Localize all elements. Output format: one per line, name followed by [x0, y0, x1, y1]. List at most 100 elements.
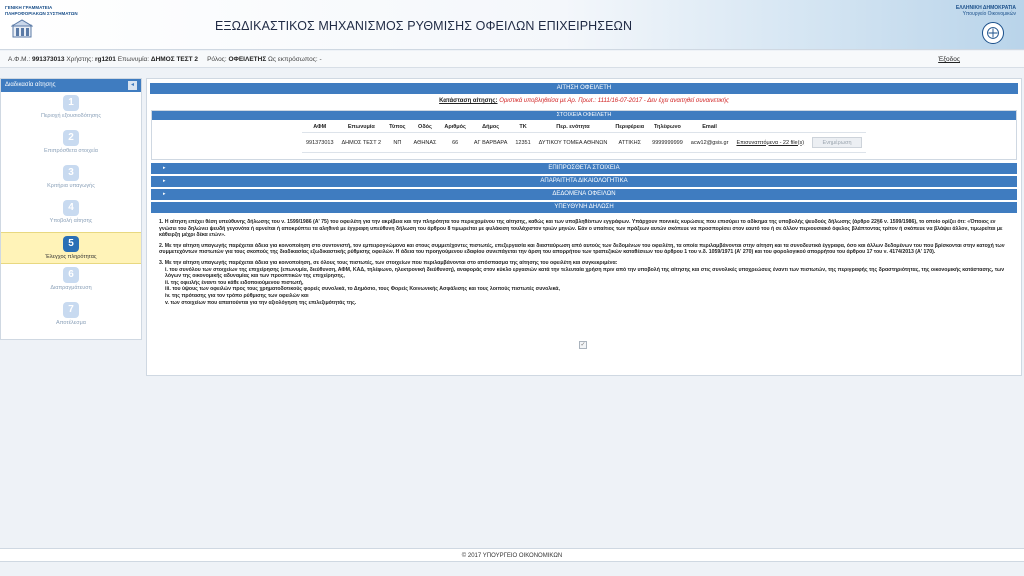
application-panel: ΑΙΤΗΣΗ ΟΦΕΙΛΕΤΗ Κατάσταση αίτησης: Οριστ…: [146, 78, 1022, 376]
declaration-item-v: v. των στοιχείων που απαιτούνται για την…: [165, 299, 357, 306]
cell-regional-unit: ΔΥΤΙΚΟΥ ΤΟΜΕΑ ΑΘΗΝΩΝ: [534, 132, 612, 153]
col-zip: ΤΚ: [511, 122, 535, 133]
debtor-panel-title: ΣΤΟΙΧΕΙΑ ΟΦΕΙΛΕΤΗ: [152, 111, 1016, 120]
table-row: 991373013 ΔΗΜΟΣ ΤΕΣΤ 2 ΝΠ ΑΘΗΝΑΣ 66 ΑΓ Β…: [301, 132, 867, 153]
step-number: 2: [63, 130, 79, 146]
step-label: Περιοχή εξουσιοδότησης: [40, 113, 102, 119]
user-info-bar: Α.Φ.Μ.: 991373013 Χρήστης: rg1201 Επωνυμ…: [0, 51, 1024, 68]
process-sidebar: Διαδικασία αίτησης ◂ 1 Περιοχή εξουσιοδό…: [0, 78, 142, 340]
step-number: 4: [63, 200, 79, 216]
gov-logo: ΕΛΛΗΝΙΚΗ ΔΗΜΟΚΡΑΤΙΑ Υπουργείο Οικονομικώ…: [926, 5, 1016, 47]
logout-link[interactable]: Έξοδος: [938, 56, 960, 63]
cell-phone: 9999999999: [648, 132, 687, 153]
step-item-5[interactable]: 5 Έλεγχος πληρότητας: [1, 232, 141, 264]
rep-label: Ως εκπρόσωπος:: [268, 56, 318, 63]
afm-label: Α.Φ.Μ.:: [8, 56, 31, 63]
user-value: rg1201: [94, 56, 116, 63]
step-number: 5: [63, 236, 79, 252]
sections-accordion: ▸ ΕΠΙΠΡΟΣΘΕΤΑ ΣΤΟΙΧΕΙΑ ▸ ΑΠΑΡΑΙΤΗΤΑ ΔΙΚΑ…: [151, 163, 1017, 213]
col-name: Επωνυμία: [337, 122, 386, 133]
name-label: Επωνυμία:: [117, 56, 150, 63]
step-item-7[interactable]: 7 Αποτέλεσμα: [1, 302, 141, 334]
section-required-documents[interactable]: ▸ ΑΠΑΡΑΙΤΗΤΑ ΔΙΚΑΙΟΛΟΓΗΤΙΚΑ: [151, 176, 1017, 187]
status-value: Οριστικά υποβληθείσα με Αρ. Πρωτ.: 1111/…: [499, 98, 729, 104]
declaration-text: 1. Η αίτηση επέχει θέση υπεύθυνης δήλωση…: [147, 215, 1021, 306]
col-type: Τύπος: [385, 122, 410, 133]
step-item-2[interactable]: 2 Επιπρόσθετα στοιχεία: [1, 130, 141, 162]
org-line2: ΠΛΗΡΟΦΟΡΙΑΚΩΝ ΣΥΣΤΗΜΑΤΩΝ: [5, 10, 78, 16]
step-number: 7: [63, 302, 79, 318]
cell-type: ΝΠ: [385, 132, 410, 153]
step-item-3[interactable]: 3 Κριτήρια υπαγωγής: [1, 165, 141, 197]
role-label: Ρόλος:: [207, 56, 227, 63]
col-regional-unit: Περ. ενότητα: [534, 122, 612, 133]
expand-arrow-icon: ▸: [163, 165, 166, 171]
declaration-item-iii: iii. του ύψους των οφειλών προς τους χρη…: [165, 286, 560, 293]
col-email: Email: [686, 122, 733, 133]
step-label: Αποτέλεσμα: [56, 320, 86, 326]
declaration-paragraph-3: 3. Με την αίτηση υπαγωγής παρέχεται άδει…: [159, 259, 618, 266]
collapse-icon[interactable]: ◂: [128, 81, 137, 90]
step-label: Έλεγχος πληρότητας: [45, 254, 97, 260]
step-number: 1: [63, 95, 79, 111]
section-label: ΕΠΙΠΡΟΣΘΕΤΑ ΣΤΟΙΧΕΙΑ: [548, 165, 620, 171]
declaration-item-ii: ii. της οφειλής έναντι του κάθε ειδοποιο…: [165, 279, 304, 286]
expand-arrow-icon: ▸: [163, 178, 166, 184]
cell-municipality: ΑΓ ΒΑΡΒΑΡΑ: [469, 132, 512, 153]
col-municipality: Δήμος: [469, 122, 512, 133]
declaration-paragraph-1: 1. Η αίτηση επέχει θέση υπεύθυνης δήλωση…: [159, 219, 1003, 239]
role-value: ΟΦΕΙΛΕΤΗΣ: [228, 56, 267, 63]
status-label: Κατάσταση αίτησης:: [439, 98, 498, 104]
step-label: Επιπρόσθετα στοιχεία: [44, 148, 98, 154]
col-afm: ΑΦΜ: [301, 122, 338, 133]
gov-line2: Υπουργείο Οικονομικών: [962, 11, 1016, 17]
step-label: Κριτήρια υπαγωγής: [47, 183, 95, 189]
section-label: ΑΠΑΡΑΙΤΗΤΑ ΔΙΚΑΙΟΛΟΓΗΤΙΚΑ: [540, 178, 628, 184]
cell-email: acw12@gsis.gr: [686, 132, 733, 153]
cell-name: ΔΗΜΟΣ ΤΕΣΤ 2: [337, 132, 386, 153]
afm-value: 991373013: [31, 56, 65, 63]
sidebar-header: Διαδικασία αίτησης ◂: [1, 79, 141, 92]
application-title: ΑΙΤΗΣΗ ΟΦΕΙΛΕΤΗ: [150, 83, 1018, 94]
step-label: Διαπραγμάτευση: [50, 285, 92, 291]
col-phone: Τηλέφωνο: [648, 122, 687, 133]
name-value: ΔΗΜΟΣ ΤΕΣΤ 2: [150, 56, 199, 63]
declaration-item-iv: iv. της πρότασης για τον τρόπο ρύθμισης …: [165, 292, 309, 299]
status-line: Κατάσταση αίτησης: Οριστικά υποβληθείσα …: [147, 94, 1021, 110]
step-item-4[interactable]: 4 Υποβολή αίτησης: [1, 200, 141, 232]
table-header-row: ΑΦΜ Επωνυμία Τύπος Οδός Αριθμός Δήμος ΤΚ…: [301, 122, 867, 133]
app-title: ΕΞΩΔΙΚΑΣΤΙΚΟΣ ΜΗΧΑΝΙΣΜΟΣ ΡΥΘΜΙΣΗΣ ΟΦΕΙΛΩ…: [215, 19, 633, 33]
sidebar-title: Διαδικασία αίτησης: [5, 82, 56, 88]
attachments-link[interactable]: Επισυναπτόμενα - 22 file(s): [736, 140, 804, 146]
step-item-1[interactable]: 1 Περιοχή εξουσιοδότησης: [1, 95, 141, 127]
accept-checkbox[interactable]: ✓: [579, 341, 587, 349]
section-additional-data[interactable]: ▸ ΕΠΙΠΡΟΣΘΕΤΑ ΣΤΟΙΧΕΙΑ: [151, 163, 1017, 174]
building-icon: [11, 19, 33, 38]
page-footer: © 2017 ΥΠΟΥΡΓΕΙΟ ΟΙΚΟΝΟΜΙΚΩΝ: [0, 548, 1024, 562]
cell-region: ΑΤΤΙΚΗΣ: [611, 132, 649, 153]
gsis-logo: ΓΕΝΙΚΗ ΓΡΑΜΜΑΤΕΙΑ ΠΛΗΡΟΦΟΡΙΑΚΩΝ ΣΥΣΤΗΜΑΤ…: [5, 5, 95, 45]
col-street: Οδός: [409, 122, 441, 133]
declaration-paragraph-2: 2. Με την αίτηση υπαγωγής παρέχεται άδει…: [159, 242, 1005, 256]
cell-number: 66: [440, 132, 470, 153]
col-number: Αριθμός: [440, 122, 470, 133]
step-number: 6: [63, 267, 79, 283]
cell-afm: 991373013: [301, 132, 338, 153]
cell-zip: 12351: [511, 132, 535, 153]
step-item-6[interactable]: 6 Διαπραγμάτευση: [1, 267, 141, 299]
greek-seal-icon: [982, 22, 1004, 44]
debtor-table: ΑΦΜ Επωνυμία Τύπος Οδός Αριθμός Δήμος ΤΚ…: [301, 122, 867, 153]
step-label: Υποβολή αίτησης: [49, 218, 93, 224]
section-debt-data[interactable]: ▸ ΔΕΔΟΜΕΝΑ ΟΦΕΙΛΩΝ: [151, 189, 1017, 200]
rep-value: -: [319, 56, 322, 63]
expand-arrow-icon: ▸: [163, 191, 166, 197]
step-number: 3: [63, 165, 79, 181]
user-label: Χρήστης:: [66, 56, 94, 63]
section-label: ΔΕΔΟΜΕΝΑ ΟΦΕΙΛΩΝ: [552, 191, 616, 197]
declaration-title: ΥΠΕΥΘΥΝΗ ΔΗΛΩΣΗ: [151, 202, 1017, 213]
page-header: ΓΕΝΙΚΗ ΓΡΑΜΜΑΤΕΙΑ ΠΛΗΡΟΦΟΡΙΑΚΩΝ ΣΥΣΤΗΜΑΤ…: [0, 0, 1024, 50]
debtor-panel: ΣΤΟΙΧΕΙΑ ΟΦΕΙΛΕΤΗ ΑΦΜ Επωνυμία Τύπος Οδό…: [151, 110, 1017, 160]
declaration-item-i: i. του συνόλου των στοιχείων της επιχείρ…: [165, 266, 1005, 280]
update-button[interactable]: Ενημέρωση: [812, 137, 863, 148]
cell-street: ΑΘΗΝΑΣ: [409, 132, 441, 153]
